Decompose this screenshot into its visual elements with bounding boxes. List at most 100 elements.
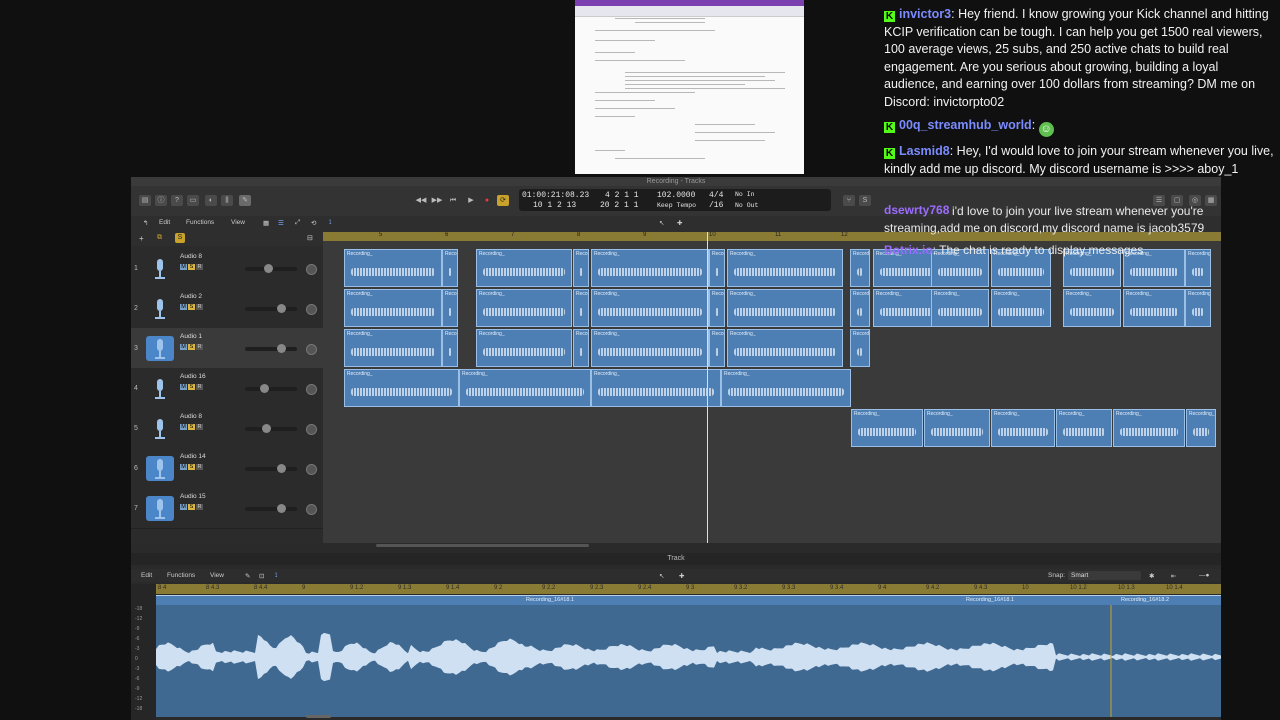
- pencil-tool-icon[interactable]: ✚: [677, 219, 682, 227]
- audio-region[interactable]: Recording_: [991, 289, 1051, 327]
- fader-knob[interactable]: [277, 504, 287, 513]
- library-icon[interactable]: ▤: [139, 195, 151, 206]
- audio-region[interactable]: Recording_: [344, 249, 442, 287]
- fader-knob[interactable]: [262, 424, 272, 433]
- audio-region[interactable]: Recording_: [573, 249, 589, 287]
- audio-region[interactable]: Recording_: [709, 329, 725, 367]
- audio-region[interactable]: Recording_: [344, 329, 442, 367]
- mute-button[interactable]: M: [180, 264, 187, 270]
- audio-region[interactable]: Recording_: [709, 249, 725, 287]
- audio-region[interactable]: Recording_: [442, 289, 458, 327]
- cycle-icon[interactable]: ⟳: [497, 195, 509, 206]
- audio-region[interactable]: Recording_: [459, 369, 591, 407]
- volume-fader[interactable]: [245, 304, 297, 313]
- pan-knob[interactable]: [306, 304, 317, 315]
- solo-button[interactable]: S: [188, 384, 195, 390]
- track-name[interactable]: Audio 8: [180, 413, 202, 420]
- editor-functions-menu[interactable]: Functions: [167, 572, 195, 579]
- audio-region[interactable]: Recording_: [344, 369, 459, 407]
- back-icon[interactable]: ↰: [143, 219, 148, 227]
- solo-button[interactable]: S: [188, 464, 195, 470]
- horizontal-scrollbar[interactable]: [376, 544, 589, 547]
- track-header[interactable]: 2 Audio 2 MSR: [131, 288, 323, 329]
- audio-region[interactable]: Recording_: [991, 409, 1055, 447]
- track-header[interactable]: 7 Audio 15 M S R: [131, 488, 323, 529]
- smart-controls-icon[interactable]: ◐: [205, 195, 217, 206]
- audio-region[interactable]: Recording_: [709, 289, 725, 327]
- track-name[interactable]: Audio 1: [180, 333, 202, 340]
- audio-region[interactable]: Recording_: [721, 369, 851, 407]
- track-lanes[interactable]: Recording_ Recording_ Recording_ Recording_…: [323, 248, 1221, 543]
- list-view-icon[interactable]: ☰: [278, 219, 284, 227]
- pan-knob[interactable]: [306, 464, 317, 475]
- forward-icon[interactable]: ▶▶: [431, 195, 443, 206]
- pan-knob[interactable]: [306, 344, 317, 355]
- mute-button[interactable]: M: [180, 304, 187, 310]
- pan-knob[interactable]: [306, 424, 317, 435]
- editor-ruler[interactable]: 8 4 8 4.3 8 4.4 9 9 1.2 9 1.3 9 1.4 9 2 9 2.2 9 2…: [156, 584, 1221, 594]
- track-name[interactable]: Audio 8: [180, 253, 202, 260]
- audio-region[interactable]: Recording_: [931, 289, 989, 327]
- audio-region[interactable]: Recording_: [1185, 249, 1211, 287]
- audio-region[interactable]: Recording_: [727, 289, 843, 327]
- audio-region[interactable]: Recording_: [591, 249, 709, 287]
- volume-fader[interactable]: [245, 464, 297, 473]
- zoom-out-icon[interactable]: ⇤: [1171, 572, 1176, 580]
- catch-icon[interactable]: ⤢: [295, 219, 300, 227]
- track-header[interactable]: 4 Audio 16 M S R: [131, 368, 323, 409]
- editor-link-icon[interactable]: ⟟: [275, 572, 277, 580]
- solo-button[interactable]: S: [188, 344, 195, 350]
- audio-region[interactable]: Recording_: [1186, 409, 1216, 447]
- snap-select[interactable]: Smart: [1068, 571, 1141, 580]
- audio-region[interactable]: Recording_: [591, 369, 721, 407]
- audio-region[interactable]: Recording_: [442, 249, 458, 287]
- record-enable-button[interactable]: R: [196, 344, 203, 350]
- track-name[interactable]: Audio 15: [180, 493, 206, 500]
- mute-button[interactable]: M: [180, 344, 187, 350]
- smart-tempo-icon[interactable]: S: [175, 233, 185, 243]
- mute-button[interactable]: M: [180, 464, 187, 470]
- zoom-slider[interactable]: —●: [1199, 572, 1209, 579]
- track-options-icon[interactable]: ⊟: [307, 234, 313, 242]
- solo-icon[interactable]: S: [859, 195, 871, 206]
- editors-icon[interactable]: ✎: [239, 195, 251, 206]
- lcd-display[interactable]: 01:00:21:08.23 4 2 1 1 10 1 2 13 20 2 1 …: [519, 189, 831, 211]
- tuner-icon[interactable]: ⑂: [843, 195, 855, 206]
- fader-knob[interactable]: [277, 344, 287, 353]
- audio-region[interactable]: Recording_: [344, 289, 442, 327]
- fader-knob[interactable]: [277, 464, 287, 473]
- record-enable-button[interactable]: R: [196, 264, 203, 270]
- volume-fader[interactable]: [245, 384, 297, 393]
- audio-region[interactable]: Recording_: [851, 409, 923, 447]
- audio-region[interactable]: Recording_: [573, 289, 589, 327]
- arrange-area[interactable]: 56789101112 Recording_Recording_Recordin…: [323, 232, 1221, 543]
- editor-pointer-icon[interactable]: ↖: [659, 572, 664, 580]
- playhead[interactable]: [707, 232, 708, 543]
- track-header[interactable]: 1 Audio 8 MSR: [131, 248, 323, 289]
- track-header[interactable]: 6 Audio 14 M S R: [131, 448, 323, 489]
- audio-region[interactable]: Recording_: [591, 329, 709, 367]
- rewind-icon[interactable]: ◀◀: [415, 195, 427, 206]
- global-tracks-icon[interactable]: ⧉: [157, 234, 162, 242]
- audio-region[interactable]: Recording_: [1113, 409, 1185, 447]
- inspector-icon[interactable]: ⓘ: [155, 195, 167, 206]
- solo-button[interactable]: S: [188, 424, 195, 430]
- record-enable-button[interactable]: R: [196, 384, 203, 390]
- track-header[interactable]: 5 Audio 8 MSR: [131, 408, 323, 449]
- audio-region[interactable]: Recording_: [573, 329, 589, 367]
- pan-knob[interactable]: [306, 264, 317, 275]
- mixer-icon[interactable]: ⫼: [221, 195, 233, 206]
- editor-pencil-icon[interactable]: ✎: [245, 572, 250, 580]
- pan-knob[interactable]: [306, 504, 317, 515]
- solo-button[interactable]: S: [188, 304, 195, 310]
- record-enable-button[interactable]: R: [196, 504, 203, 510]
- audio-region[interactable]: Recording_: [727, 329, 843, 367]
- audio-region[interactable]: Recording_: [727, 249, 843, 287]
- audio-region[interactable]: Recording_: [1063, 289, 1121, 327]
- audio-region[interactable]: Recording_: [850, 329, 870, 367]
- solo-button[interactable]: S: [188, 504, 195, 510]
- flex-icon[interactable]: ⟟: [329, 219, 331, 227]
- audio-region[interactable]: Recording_: [924, 409, 990, 447]
- audio-region[interactable]: Recording_: [850, 289, 870, 327]
- mute-button[interactable]: M: [180, 384, 187, 390]
